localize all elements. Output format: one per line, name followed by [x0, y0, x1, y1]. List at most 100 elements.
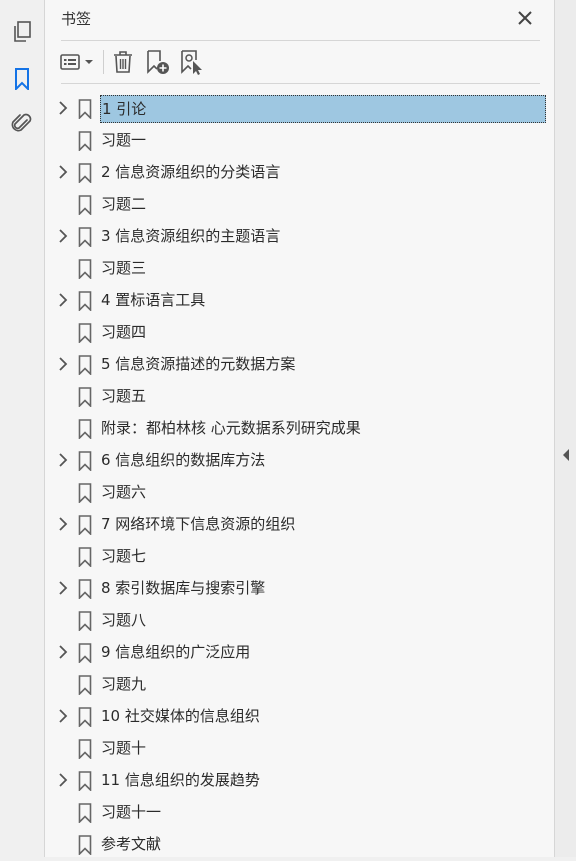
- bookmark-label[interactable]: 附录：都柏林核 心元数据系列研究成果: [101, 416, 361, 440]
- delete-icon: [114, 51, 132, 73]
- options-menu-button[interactable]: [59, 48, 97, 76]
- bookmark-item[interactable]: 3 信息资源组织的主题语言: [45, 221, 554, 253]
- bookmark-label[interactable]: 2 信息资源组织的分类语言: [101, 160, 280, 184]
- bookmark-icon: [78, 675, 92, 696]
- bookmark-label[interactable]: 习题三: [101, 256, 146, 280]
- bookmark-item[interactable]: 附录：都柏林核 心元数据系列研究成果: [45, 413, 554, 445]
- bookmark-item[interactable]: 习题六: [45, 477, 554, 509]
- bookmark-label[interactable]: 10 社交媒体的信息组织: [101, 704, 260, 728]
- bookmark-icon[interactable]: [9, 66, 35, 92]
- bookmark-icon: [78, 163, 92, 184]
- panel-splitter[interactable]: [554, 0, 576, 857]
- bookmark-icon: [78, 483, 92, 504]
- chevron-right-icon[interactable]: [55, 228, 71, 244]
- bookmark-icon: [78, 131, 92, 152]
- chevron-right-icon[interactable]: [55, 516, 71, 532]
- bookmark-icon: [78, 355, 92, 376]
- bookmark-icon: [78, 739, 92, 760]
- bookmark-label[interactable]: 习题十: [101, 736, 146, 760]
- bookmark-item[interactable]: 7 网络环境下信息资源的组织: [45, 509, 554, 541]
- chevron-right-icon[interactable]: [55, 164, 71, 180]
- bookmark-item[interactable]: 习题八: [45, 605, 554, 637]
- chevron-right-icon[interactable]: [55, 580, 71, 596]
- bookmark-icon: [78, 99, 92, 120]
- bookmark-icon: [78, 451, 92, 472]
- bookmark-label[interactable]: 习题二: [101, 192, 146, 216]
- bookmark-item[interactable]: 8 索引数据库与搜索引擎: [45, 573, 554, 605]
- new-bookmark-from-structure-icon: [181, 50, 202, 75]
- bookmark-label[interactable]: 4 置标语言工具: [101, 288, 205, 312]
- bookmark-item[interactable]: 10 社交媒体的信息组织: [45, 701, 554, 733]
- bookmark-label[interactable]: 8 索引数据库与搜索引擎: [101, 576, 265, 600]
- bookmark-icon: [78, 515, 92, 536]
- close-button[interactable]: [513, 6, 537, 30]
- bookmark-item[interactable]: 习题九: [45, 669, 554, 701]
- bookmark-item[interactable]: 习题五: [45, 381, 554, 413]
- bookmark-item[interactable]: 9 信息组织的广泛应用: [45, 637, 554, 669]
- bookmark-item[interactable]: 5 信息资源描述的元数据方案: [45, 349, 554, 381]
- bookmark-item[interactable]: 习题十一: [45, 797, 554, 829]
- delete-button[interactable]: [111, 48, 135, 76]
- bookmark-item[interactable]: 习题一: [45, 125, 554, 157]
- bookmark-item[interactable]: 6 信息组织的数据库方法: [45, 445, 554, 477]
- bookmark-label[interactable]: 参考文献: [101, 832, 161, 856]
- chevron-right-icon[interactable]: [55, 644, 71, 660]
- bookmark-label[interactable]: 习题八: [101, 608, 146, 632]
- toolbar-divider: [61, 83, 540, 84]
- bookmark-item[interactable]: 11 信息组织的发展趋势: [45, 765, 554, 797]
- bookmark-icon: [78, 707, 92, 728]
- bookmark-icon: [78, 803, 92, 824]
- bookmark-label[interactable]: 6 信息组织的数据库方法: [101, 448, 265, 472]
- chevron-right-icon[interactable]: [55, 452, 71, 468]
- chevron-right-icon[interactable]: [55, 100, 71, 116]
- bookmarks-panel: 书签 1 引论 习题一 2 信息资源组织的分类语言 习题二 3 信息资源组织的主…: [45, 0, 554, 857]
- bookmark-label[interactable]: 11 信息组织的发展趋势: [101, 768, 260, 792]
- bookmark-label[interactable]: 习题六: [101, 480, 146, 504]
- bookmark-icon: [78, 291, 92, 312]
- new-bookmark-from-structure-button[interactable]: [179, 48, 205, 76]
- bookmark-item[interactable]: 习题四: [45, 317, 554, 349]
- bookmarks-toolbar: [45, 44, 554, 80]
- chevron-right-icon[interactable]: [55, 356, 71, 372]
- bookmark-icon: [78, 323, 92, 344]
- bookmark-icon: [78, 579, 92, 600]
- bookmark-icon: [78, 227, 92, 248]
- toolbar-separator: [103, 50, 104, 74]
- bookmark-label[interactable]: 习题九: [101, 672, 146, 696]
- bookmark-item[interactable]: 参考文献: [45, 829, 554, 861]
- bookmark-icon: [78, 419, 92, 440]
- bookmark-label[interactable]: 习题五: [101, 384, 146, 408]
- bookmark-icon: [78, 195, 92, 216]
- bookmark-icon: [78, 259, 92, 280]
- bookmark-item[interactable]: 4 置标语言工具: [45, 285, 554, 317]
- bookmark-label[interactable]: 5 信息资源描述的元数据方案: [101, 352, 295, 376]
- bookmark-item[interactable]: 1 引论: [45, 93, 554, 125]
- bookmark-item[interactable]: 习题三: [45, 253, 554, 285]
- bookmark-icon: [78, 771, 92, 792]
- close-icon: [518, 11, 532, 25]
- bookmark-item[interactable]: 习题七: [45, 541, 554, 573]
- bookmark-label[interactable]: 习题十一: [101, 800, 161, 824]
- bookmark-label[interactable]: 9 信息组织的广泛应用: [101, 640, 250, 664]
- panel-header: 书签: [45, 0, 554, 40]
- chevron-right-icon[interactable]: [55, 772, 71, 788]
- bookmark-label[interactable]: 习题一: [101, 128, 146, 152]
- bookmark-item[interactable]: 2 信息资源组织的分类语言: [45, 157, 554, 189]
- bookmark-label[interactable]: 7 网络环境下信息资源的组织: [101, 512, 295, 536]
- bookmark-item[interactable]: 习题十: [45, 733, 554, 765]
- attachment-icon[interactable]: [9, 111, 35, 137]
- new-bookmark-button[interactable]: [145, 48, 171, 76]
- bookmark-icon: [78, 387, 92, 408]
- chevron-right-icon[interactable]: [55, 292, 71, 308]
- chevron-right-icon[interactable]: [55, 708, 71, 724]
- bookmark-label[interactable]: 习题四: [101, 320, 146, 344]
- bookmark-label[interactable]: 习题七: [101, 544, 146, 568]
- bookmark-icon: [78, 835, 92, 856]
- bookmark-icon: [78, 643, 92, 664]
- bookmark-item[interactable]: 习题二: [45, 189, 554, 221]
- bookmark-label[interactable]: 3 信息资源组织的主题语言: [101, 224, 280, 248]
- pages-icon[interactable]: [9, 19, 35, 45]
- bookmark-label[interactable]: 1 引论: [100, 95, 546, 123]
- options-menu-icon: [60, 54, 93, 70]
- collapse-arrow-icon[interactable]: [561, 448, 571, 462]
